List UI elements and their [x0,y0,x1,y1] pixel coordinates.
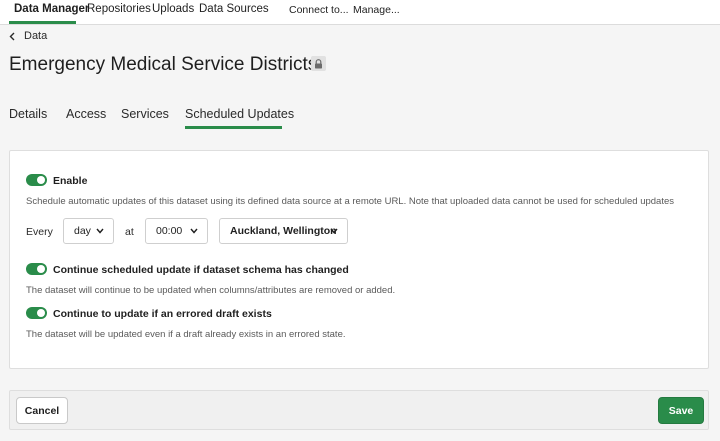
nav-data-manager-label: Data Manager [14,3,90,15]
every-label: Every [26,226,53,238]
interval-value: day [74,225,91,237]
nav-manage[interactable]: Manage... [353,4,400,26]
back-link[interactable]: Data [9,30,47,42]
errored-draft-label: Continue to update if an errored draft e… [53,308,272,320]
tab-bar: Details Access Services Scheduled Update… [0,104,720,129]
errored-draft-description: The dataset will be updated even if a dr… [26,329,346,340]
schema-change-label: Continue scheduled update if dataset sch… [53,264,349,276]
nav-data-sources[interactable]: Data Sources [199,3,269,25]
tab-details[interactable]: Details [9,107,47,121]
chevron-down-icon [330,228,338,234]
save-button[interactable]: Save [658,397,704,424]
chevron-left-icon [9,32,15,40]
nav-active-underline [9,21,76,24]
schedule-description: Schedule automatic updates of this datas… [26,196,675,207]
schema-change-description: The dataset will continue to be updated … [26,285,396,296]
form-footer: Cancel Save [9,390,709,430]
lock-icon [311,56,326,71]
timezone-value: Auckland, Wellington [230,225,337,237]
time-select[interactable]: 00:00 [145,218,208,244]
cancel-button[interactable]: Cancel [16,397,68,424]
time-value: 00:00 [156,225,183,237]
active-tab-underline [185,126,282,129]
scheduled-updates-panel: Enable Schedule automatic updates of thi… [9,150,709,369]
at-label: at [125,226,134,238]
tab-scheduled-updates[interactable]: Scheduled Updates [185,107,294,121]
chevron-down-icon [190,228,198,234]
errored-draft-toggle[interactable] [26,307,47,319]
chevron-down-icon [96,228,104,234]
nav-repositories[interactable]: Repositories [87,3,151,25]
schema-change-toggle[interactable] [26,263,47,275]
enable-label: Enable [53,175,88,187]
nav-connect-to[interactable]: Connect to... [289,4,349,26]
nav-uploads[interactable]: Uploads [152,3,194,25]
tab-access[interactable]: Access [66,107,106,121]
interval-select[interactable]: day [63,218,114,244]
back-link-label: Data [24,30,48,42]
enable-toggle[interactable] [26,174,47,186]
top-navigation: Data Manager Repositories Uploads Data S… [0,0,720,25]
tab-services[interactable]: Services [121,107,169,121]
timezone-select[interactable]: Auckland, Wellington [219,218,348,244]
page-title: Emergency Medical Service Districts [9,54,318,75]
